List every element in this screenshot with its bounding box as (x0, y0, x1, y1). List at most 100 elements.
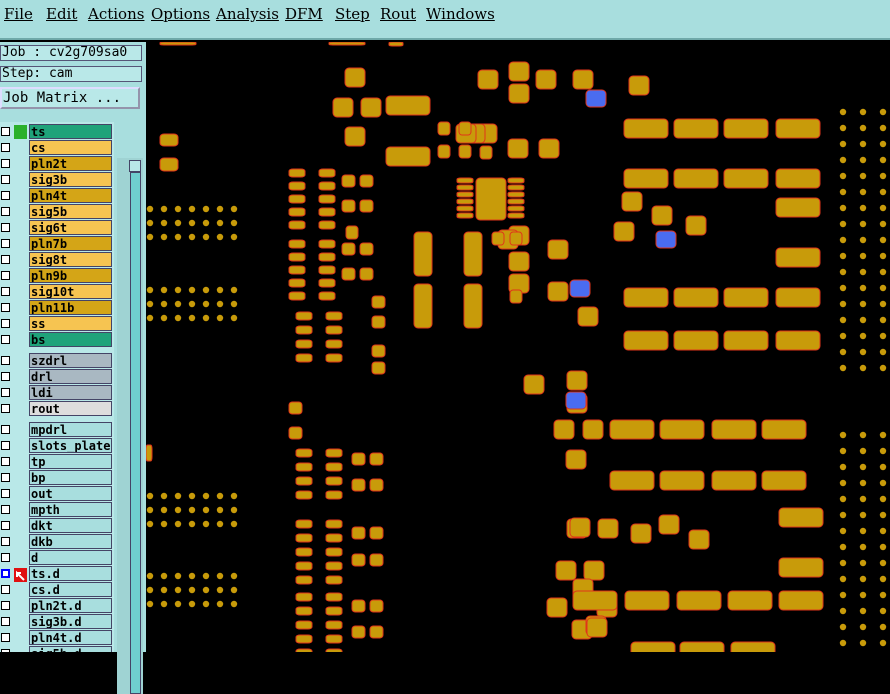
bga-ball[interactable] (216, 520, 224, 528)
menu-analysis[interactable]: Analysis (216, 5, 279, 23)
layer-name[interactable]: cs.d (29, 582, 112, 597)
pad[interactable] (385, 95, 431, 116)
pad[interactable] (325, 634, 343, 644)
bga-ball[interactable] (839, 527, 847, 535)
layer-checkbox[interactable] (1, 319, 10, 328)
layer-indicator[interactable] (14, 205, 27, 219)
bga-ball[interactable] (859, 348, 867, 356)
bga-ball[interactable] (859, 479, 867, 487)
bga-ball[interactable] (202, 572, 210, 580)
pad[interactable] (288, 220, 306, 230)
pad[interactable] (623, 168, 669, 189)
layer-row-sig10t[interactable]: sig10t (0, 284, 114, 300)
layer-name[interactable]: out (29, 486, 112, 501)
pad[interactable] (341, 174, 356, 188)
layer-checkbox[interactable] (1, 404, 10, 413)
pad[interactable] (332, 97, 354, 118)
layer-indicator[interactable] (14, 455, 27, 469)
bga-ball[interactable] (839, 543, 847, 551)
layer-name[interactable]: sig8t (29, 252, 112, 267)
bga-ball[interactable] (859, 543, 867, 551)
layer-checkbox[interactable] (1, 505, 10, 514)
scroll-up-arrow-icon[interactable] (129, 160, 141, 172)
bga-ball[interactable] (859, 124, 867, 132)
bga-ball[interactable] (879, 108, 887, 116)
layer-name[interactable]: pln9b (29, 268, 112, 283)
pad[interactable] (535, 69, 557, 90)
pad[interactable] (288, 168, 306, 178)
layer-name[interactable]: ts.d (29, 566, 112, 581)
bga-ball[interactable] (230, 572, 238, 580)
bga-ball[interactable] (839, 188, 847, 196)
layer-name[interactable]: sig5b (29, 204, 112, 219)
graphic-canvas[interactable] (146, 42, 890, 652)
bga-ball[interactable] (146, 572, 154, 580)
menu-edit[interactable]: Edit (46, 5, 77, 23)
bga-ball[interactable] (859, 204, 867, 212)
pad[interactable] (371, 344, 386, 358)
pad[interactable] (507, 212, 525, 219)
pad[interactable] (351, 625, 366, 639)
layer-checkbox[interactable] (1, 617, 10, 626)
layer-indicator[interactable] (14, 631, 27, 645)
layer-checkbox[interactable] (1, 127, 10, 136)
bga-ball[interactable] (174, 205, 182, 213)
layer-name[interactable]: pln4t (29, 188, 112, 203)
bga-ball[interactable] (839, 220, 847, 228)
layer-checkbox[interactable] (1, 159, 10, 168)
layer-checkbox[interactable] (1, 356, 10, 365)
bga-ball[interactable] (839, 495, 847, 503)
pad[interactable] (318, 207, 336, 217)
bga-ball[interactable] (839, 140, 847, 148)
pad[interactable] (288, 252, 306, 262)
layer-row-tp[interactable]: tp (0, 454, 114, 470)
bga-ball[interactable] (188, 233, 196, 241)
bga-ball[interactable] (146, 492, 154, 500)
pad[interactable] (723, 168, 769, 189)
pad[interactable] (685, 215, 707, 236)
pad[interactable] (341, 267, 356, 281)
bga-ball[interactable] (859, 591, 867, 599)
bga-ball[interactable] (146, 300, 154, 308)
bga-ball[interactable] (216, 586, 224, 594)
layer-indicator[interactable] (14, 503, 27, 517)
layer-name[interactable]: pln2t.d (29, 598, 112, 613)
layer-row-pln7b[interactable]: pln7b (0, 236, 114, 252)
pad[interactable] (711, 419, 757, 440)
pad[interactable] (295, 592, 313, 602)
pad[interactable] (609, 470, 655, 491)
layer-indicator[interactable] (14, 615, 27, 629)
job-matrix-button[interactable]: Job Matrix ... (0, 87, 140, 109)
bga-ball[interactable] (859, 463, 867, 471)
pad[interactable] (288, 194, 306, 204)
bga-ball[interactable] (839, 108, 847, 116)
pad[interactable] (523, 374, 545, 395)
pad[interactable] (547, 239, 569, 260)
layer-row-ts[interactable]: ts (0, 124, 114, 140)
bga-ball[interactable] (188, 600, 196, 608)
layer-row-pln11b[interactable]: pln11b (0, 300, 114, 316)
bga-ball[interactable] (859, 364, 867, 372)
pad[interactable] (775, 197, 821, 218)
pad[interactable] (456, 177, 474, 184)
bga-ball[interactable] (839, 559, 847, 567)
pad[interactable] (507, 198, 525, 205)
layer-indicator[interactable] (14, 333, 27, 347)
pad[interactable] (456, 184, 474, 191)
pad[interactable] (325, 533, 343, 543)
layer-row-szdrl[interactable]: szdrl (0, 353, 114, 369)
pad[interactable] (288, 207, 306, 217)
layer-name[interactable]: dkb (29, 534, 112, 549)
pad[interactable] (351, 526, 366, 540)
pad[interactable] (577, 306, 599, 327)
bga-ball[interactable] (879, 607, 887, 615)
bga-ball[interactable] (879, 559, 887, 567)
layer-row-bp[interactable]: bp (0, 470, 114, 486)
layer-checkbox[interactable] (1, 175, 10, 184)
bga-ball[interactable] (188, 286, 196, 294)
pad[interactable] (345, 225, 359, 240)
pad[interactable] (507, 191, 525, 198)
bga-ball[interactable] (174, 506, 182, 514)
bga-ball[interactable] (216, 314, 224, 322)
pad[interactable] (288, 239, 306, 249)
